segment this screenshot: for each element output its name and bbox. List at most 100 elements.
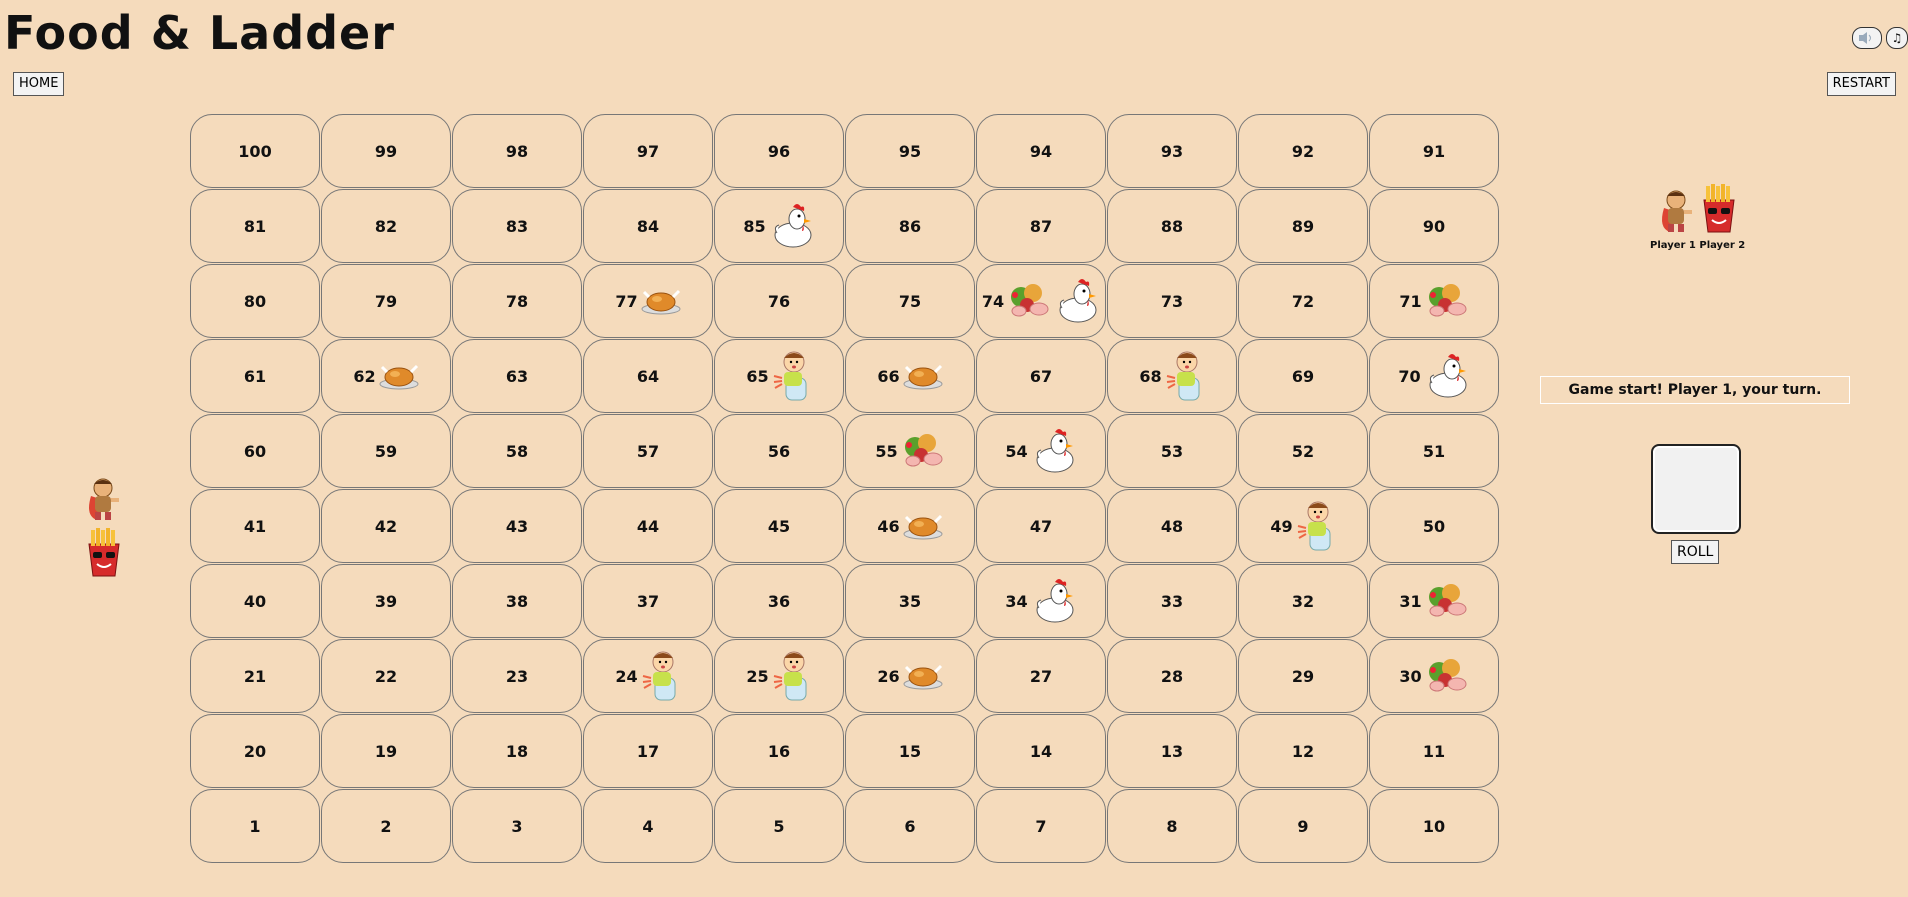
board-cell: 78	[452, 264, 582, 338]
board-cell: 58	[452, 414, 582, 488]
board-cell: 62	[321, 339, 451, 413]
cell-number: 71	[1399, 291, 1422, 311]
board-cell: 73	[1107, 264, 1237, 338]
cell-number: 50	[1422, 516, 1446, 536]
cell-number: 79	[374, 291, 398, 311]
cell-number: 1	[249, 816, 261, 836]
board-cell: 72	[1238, 264, 1368, 338]
cell-number: 39	[374, 591, 398, 611]
board-cell: 53	[1107, 414, 1237, 488]
board-cell: 13	[1107, 714, 1237, 788]
board-cell: 29	[1238, 639, 1368, 713]
board-cell: 42	[321, 489, 451, 563]
board-cell: 40	[190, 564, 320, 638]
home-button[interactable]: HOME	[13, 72, 65, 96]
sick-boy-icon	[1296, 498, 1336, 554]
cell-number: 36	[767, 591, 791, 611]
board-cell: 90	[1369, 189, 1499, 263]
board-cell: 16	[714, 714, 844, 788]
sick-boy-icon	[772, 648, 812, 704]
cell-number: 2	[380, 816, 392, 836]
board-cell: 23	[452, 639, 582, 713]
board-cell: 75	[845, 264, 975, 338]
cell-number: 33	[1160, 591, 1184, 611]
cell-number: 83	[505, 216, 529, 236]
player-2-avatar-icon	[1698, 184, 1740, 238]
cell-number: 13	[1160, 741, 1184, 761]
board-cell: 93	[1107, 114, 1237, 188]
board-cell: 31	[1369, 564, 1499, 638]
sound-toggle-icon[interactable]	[1852, 27, 1882, 49]
board-cell: 96	[714, 114, 844, 188]
board-cell: 64	[583, 339, 713, 413]
cell-number: 63	[505, 366, 529, 386]
board-cell: 49	[1238, 489, 1368, 563]
music-icon[interactable]: ♫	[1886, 27, 1908, 49]
board-cell: 32	[1238, 564, 1368, 638]
cell-number: 49	[1270, 516, 1293, 536]
board-cell: 47	[976, 489, 1106, 563]
cell-number: 18	[505, 741, 529, 761]
cell-number: 15	[898, 741, 922, 761]
board-cell: 17	[583, 714, 713, 788]
board-cell: 15	[845, 714, 975, 788]
cell-number: 98	[505, 141, 529, 161]
dice[interactable]	[1651, 444, 1741, 534]
board-cell: 57	[583, 414, 713, 488]
cell-number: 3	[511, 816, 523, 836]
board-cell: 98	[452, 114, 582, 188]
cell-number: 10	[1422, 816, 1446, 836]
cell-number: 89	[1291, 216, 1315, 236]
salad-meat-icon	[1425, 583, 1469, 619]
cell-number: 54	[1005, 441, 1028, 461]
board-cell: 70	[1369, 339, 1499, 413]
cell-number: 47	[1029, 516, 1053, 536]
board-cell: 46	[845, 489, 975, 563]
board-cell: 74	[976, 264, 1106, 338]
cell-number: 43	[505, 516, 529, 536]
cell-number: 95	[898, 141, 922, 161]
cell-number: 88	[1160, 216, 1184, 236]
cell-number: 25	[746, 666, 769, 686]
board-cell: 69	[1238, 339, 1368, 413]
board-cell: 82	[321, 189, 451, 263]
board-cell: 35	[845, 564, 975, 638]
cell-number: 26	[877, 666, 900, 686]
cell-number: 38	[505, 591, 529, 611]
board-cell: 66	[845, 339, 975, 413]
salad-meat-icon	[1007, 283, 1051, 319]
top-controls: ♫	[1852, 27, 1908, 49]
board-cell: 44	[583, 489, 713, 563]
board-cell: 28	[1107, 639, 1237, 713]
cell-number: 24	[615, 666, 638, 686]
board-cell: 86	[845, 189, 975, 263]
board-cell: 92	[1238, 114, 1368, 188]
board-cell: 36	[714, 564, 844, 638]
sick-boy-icon	[772, 348, 812, 404]
cell-number: 6	[904, 816, 916, 836]
cell-number: 100	[238, 141, 272, 161]
roast-turkey-icon	[903, 362, 943, 390]
board-cell: 8	[1107, 789, 1237, 863]
board-cell: 38	[452, 564, 582, 638]
restart-button[interactable]: RESTART	[1826, 72, 1896, 96]
board-cell: 95	[845, 114, 975, 188]
cell-number: 51	[1422, 441, 1446, 461]
cell-number: 68	[1139, 366, 1162, 386]
board-cell: 9	[1238, 789, 1368, 863]
cell-number: 77	[615, 291, 638, 311]
board-cell: 81	[190, 189, 320, 263]
board-cell: 43	[452, 489, 582, 563]
cell-number: 64	[636, 366, 660, 386]
board-cell: 48	[1107, 489, 1237, 563]
cell-number: 87	[1029, 216, 1053, 236]
sick-boy-icon	[1165, 348, 1205, 404]
roll-button[interactable]: ROLL	[1671, 540, 1720, 564]
board-cell: 87	[976, 189, 1106, 263]
cell-number: 28	[1160, 666, 1184, 686]
cell-number: 56	[767, 441, 791, 461]
board-cell: 76	[714, 264, 844, 338]
cell-number: 30	[1399, 666, 1422, 686]
cell-number: 29	[1291, 666, 1315, 686]
sick-boy-icon	[641, 648, 681, 704]
